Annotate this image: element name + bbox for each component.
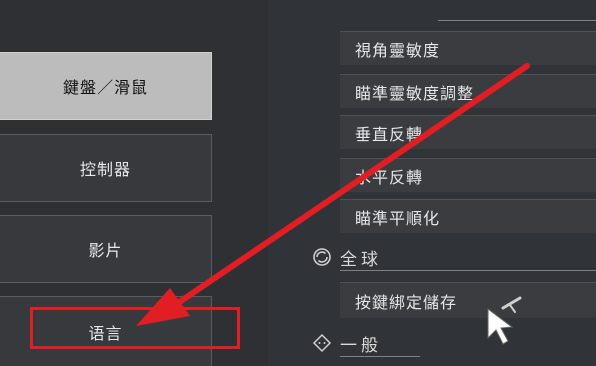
setting-invert-horizontal[interactable]: 水平反轉 <box>340 158 596 192</box>
menu-item-language[interactable]: 语言 <box>0 296 212 366</box>
setting-aim-smoothing[interactable]: 瞄準平順化 <box>340 199 596 233</box>
setting-keybind-save[interactable]: 按鍵綁定儲存 <box>340 282 596 318</box>
menu-item-video[interactable]: 影片 <box>0 215 212 283</box>
menu-item-keyboard-mouse[interactable]: 鍵盤／滑鼠 <box>0 52 212 120</box>
section-global: 全球 <box>312 244 382 270</box>
section-general-title: 一般 <box>340 335 382 356</box>
diamond-icon <box>312 333 332 353</box>
section-divider <box>340 356 420 357</box>
header-divider <box>438 20 596 21</box>
section-general: 一般 <box>312 330 382 356</box>
setting-look-sensitivity[interactable]: 視角靈敏度 <box>340 31 596 65</box>
section-global-title: 全球 <box>340 249 382 270</box>
setting-invert-vertical[interactable]: 垂直反轉 <box>340 115 596 149</box>
menu-item-controller[interactable]: 控制器 <box>0 134 212 202</box>
section-divider <box>340 270 596 271</box>
setting-aim-sensitivity-adjust[interactable]: 瞄準靈敏度調整 <box>340 74 596 108</box>
globe-icon <box>312 247 332 267</box>
